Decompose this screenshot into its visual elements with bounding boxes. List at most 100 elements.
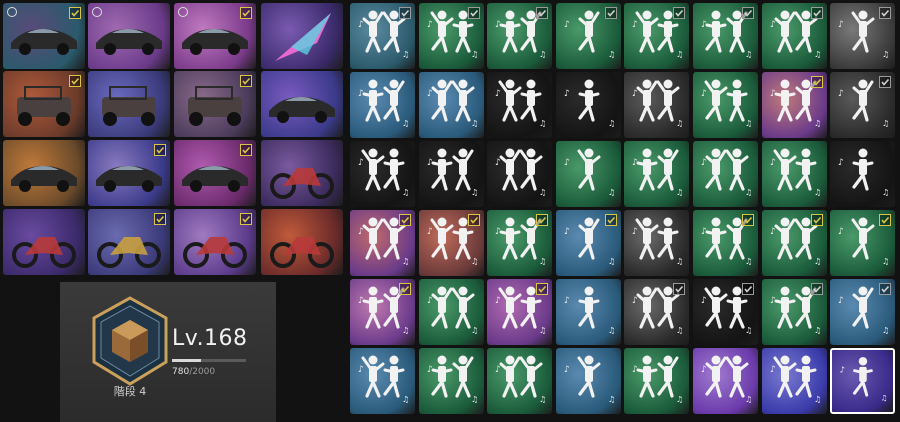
svg-text:♪: ♪ [838,296,844,306]
svg-text:♫: ♫ [402,119,409,128]
emote-4-1-tile[interactable]: ♪ ♫ [350,210,415,276]
emote-1-6-tile[interactable]: ♪ ♫ [693,3,758,69]
svg-text:♫: ♫ [881,394,888,403]
xp-progress-fill [172,359,201,362]
svg-text:♫: ♫ [402,326,409,335]
rainbow-glider-skin-tile[interactable] [261,3,343,69]
emote-1-4-tile[interactable]: ♪ ♫ [556,3,621,69]
owned-checkmark-icon [399,7,411,19]
svg-text:♪: ♪ [770,158,776,168]
svg-text:♫: ♫ [882,50,889,59]
emote-1-5-tile[interactable]: ♪ ♫ [624,3,689,69]
gold-bicycle-skin-tile[interactable] [88,209,170,275]
svg-text:♫: ♫ [539,326,546,335]
svg-text:♪: ♪ [564,296,570,306]
owned-checkmark-icon [879,7,891,19]
emote-6-2-tile[interactable]: ♪ ♫ [419,348,484,414]
gear-icon [92,7,102,17]
gold-muscle-car-skin-tile[interactable] [3,140,85,206]
emote-3-5-tile[interactable]: ♪ ♫ [624,141,689,207]
svg-text:♫: ♫ [882,188,889,197]
pink-sports-car-skin-tile[interactable] [174,140,256,206]
emote-6-1-tile[interactable]: ♪ ♫ [350,348,415,414]
emote-dancer-icon: ♪♫ [632,148,683,197]
vehicle-image [11,166,77,192]
emote-5-8-tile[interactable]: ♪ ♫ [830,279,895,345]
emote-1-3-tile[interactable]: ♪ ♫ [487,3,552,69]
emote-3-1-tile[interactable]: ♪ ♫ [350,141,415,207]
owned-checkmark-icon [879,283,891,295]
emote-4-6-tile[interactable]: ♪ ♫ [693,210,758,276]
vehicle-image [275,13,331,61]
white-suv-skin-tile[interactable] [88,3,170,69]
red-buggy-skin-tile[interactable] [3,71,85,137]
emote-5-3-tile[interactable]: ♪ ♫ [487,279,552,345]
svg-text:♫: ♫ [471,395,478,404]
emote-2-5-tile[interactable]: ♪ ♫ [624,72,689,138]
emote-3-2-tile[interactable]: ♪ ♫ [419,141,484,207]
emote-1-1-tile[interactable]: ♪ ♫ [350,3,415,69]
owned-checkmark-icon [468,7,480,19]
emote-5-1-tile[interactable]: ♪ ♫ [350,279,415,345]
scooter-skin-tile[interactable] [261,209,343,275]
dark-coupe-skin-tile[interactable] [174,3,256,69]
emote-3-6-tile[interactable]: ♪ ♫ [693,141,758,207]
svg-text:♪: ♪ [701,89,707,99]
emote-3-7-tile[interactable]: ♪ ♫ [762,141,827,207]
emote-2-3-tile[interactable]: ♪ ♫ [487,72,552,138]
emote-6-6-tile[interactable]: ♪ ♫ [693,348,758,414]
emote-4-4-tile[interactable]: ♪ ♫ [556,210,621,276]
emote-6-3-tile[interactable]: ♪ ♫ [487,348,552,414]
emote-4-3-tile[interactable]: ♪ ♫ [487,210,552,276]
emote-4-8-tile[interactable]: ♪ ♫ [830,210,895,276]
emote-5-4-tile[interactable]: ♪ ♫ [556,279,621,345]
svg-text:♪: ♪ [358,365,364,375]
pink-dirt-bike-skin-tile[interactable] [174,209,256,275]
emote-3-3-tile[interactable]: ♪ ♫ [487,141,552,207]
emote-2-8-tile[interactable]: ♪ ♫ [830,72,895,138]
emote-5-7-tile[interactable]: ♪ ♫ [762,279,827,345]
emote-4-7-tile[interactable]: ♪ ♫ [762,210,827,276]
svg-text:♫: ♫ [539,119,546,128]
emote-5-5-tile[interactable]: ♪ ♫ [624,279,689,345]
emote-4-2-tile[interactable]: ♪ ♫ [419,210,484,276]
emote-1-2-tile[interactable]: ♪ ♫ [419,3,484,69]
emote-dancer-icon: ♪♫ [840,357,888,403]
svg-text:♫: ♫ [882,257,889,266]
black-sports-car-skin-tile[interactable] [3,3,85,69]
emote-6-5-tile[interactable]: ♪ ♫ [624,348,689,414]
emote-dancer-icon: ♪♫ [770,355,821,404]
offroad-jeep-skin-tile[interactable] [174,71,256,137]
svg-text:♪: ♪ [495,89,501,99]
emote-1-7-tile[interactable]: ♪ ♫ [762,3,827,69]
emote-3-4-tile[interactable]: ♪ ♫ [556,141,621,207]
svg-text:♪: ♪ [564,20,570,30]
svg-text:♪: ♪ [770,89,776,99]
emote-2-4-tile[interactable]: ♪ ♫ [556,72,621,138]
emote-5-2-tile[interactable]: ♪ ♫ [419,279,484,345]
svg-text:♪: ♪ [838,158,844,168]
emote-1-8-tile[interactable]: ♪ ♫ [830,3,895,69]
emote-2-6-tile[interactable]: ♪ ♫ [693,72,758,138]
emote-3-8-tile[interactable]: ♪ ♫ [830,141,895,207]
emote-6-7-tile[interactable]: ♪ ♫ [762,348,827,414]
emote-5-6-tile[interactable]: ♪ ♫ [693,279,758,345]
svg-text:♪: ♪ [632,158,638,168]
emote-2-7-tile[interactable]: ♪ ♫ [762,72,827,138]
graffiti-car-skin-tile[interactable] [261,71,343,137]
emote-2-2-tile[interactable]: ♪ ♫ [419,72,484,138]
blue-sedan-skin-tile[interactable] [88,140,170,206]
dirt-bike-skin-tile[interactable] [261,140,343,206]
emote-6-8-tile[interactable]: ♪ ♫ [830,348,895,414]
emote-4-5-tile[interactable]: ♪ ♫ [624,210,689,276]
red-motorcycle-skin-tile[interactable] [3,209,85,275]
emote-2-1-tile[interactable]: ♪ ♫ [350,72,415,138]
emote-6-4-tile[interactable]: ♪ ♫ [556,348,621,414]
svg-text:♪: ♪ [632,365,638,375]
owned-checkmark-icon [879,76,891,88]
owned-checkmark-icon [240,144,252,156]
svg-text:♪: ♪ [427,89,433,99]
emote-dancer-icon: ♪♫ [495,148,546,197]
pink-buggy-skin-tile[interactable] [88,71,170,137]
owned-checkmark-icon [240,213,252,225]
